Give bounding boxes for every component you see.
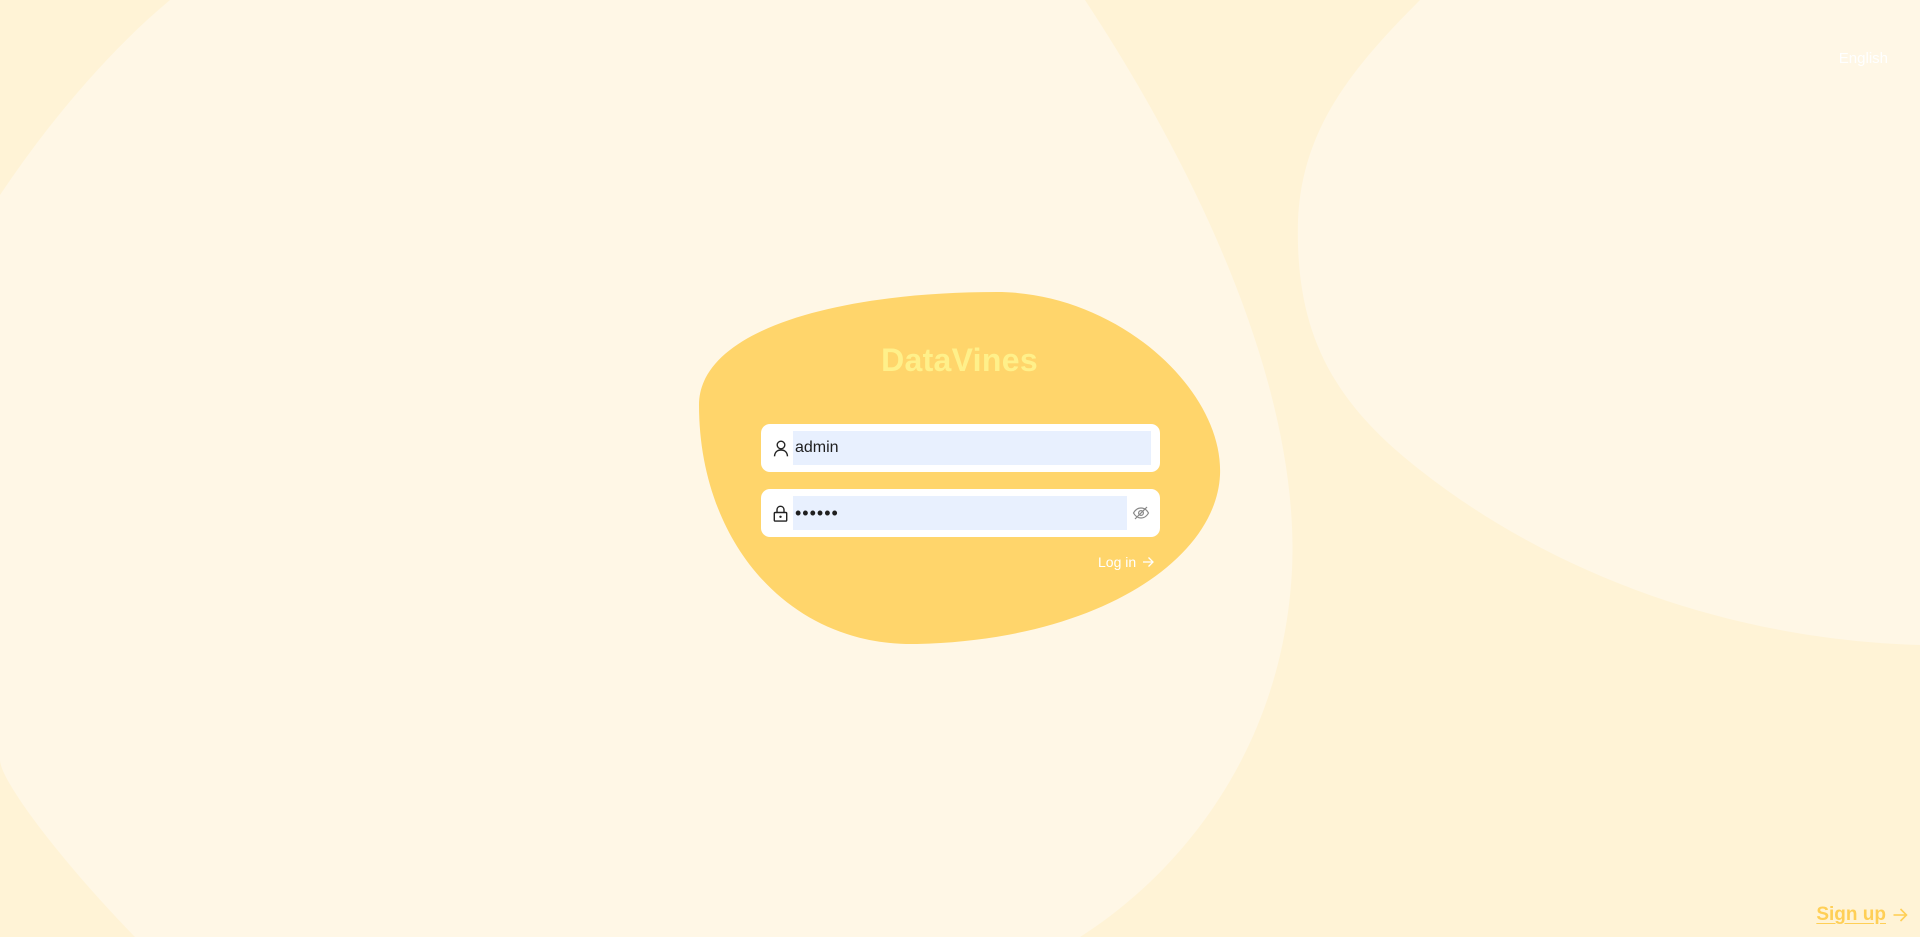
language-selector[interactable]: English bbox=[1839, 50, 1888, 67]
app-brand-title: DataVines bbox=[881, 342, 1038, 378]
login-button-label: Log in bbox=[1098, 554, 1137, 570]
signup-label: Sign up bbox=[1816, 904, 1886, 925]
password-field[interactable]: •••••• bbox=[761, 489, 1160, 537]
lock-icon bbox=[772, 505, 789, 522]
username-input[interactable]: admin bbox=[793, 431, 1151, 465]
user-icon bbox=[772, 440, 789, 457]
arrow-right-icon bbox=[1892, 907, 1908, 923]
eye-off-icon[interactable] bbox=[1131, 503, 1151, 523]
password-input[interactable]: •••••• bbox=[793, 496, 1127, 530]
signup-link[interactable]: Sign up bbox=[1816, 904, 1908, 926]
arrow-right-icon bbox=[1142, 556, 1155, 568]
login-button[interactable]: Log in bbox=[1098, 554, 1155, 570]
username-field[interactable]: admin bbox=[761, 424, 1160, 472]
